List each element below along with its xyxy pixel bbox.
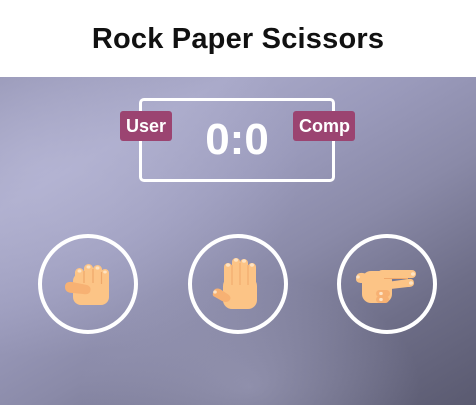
rock-hand-icon <box>65 264 109 305</box>
scissors-button[interactable] <box>337 234 437 334</box>
game-app: Rock Paper Scissors 0:0 User Comp <box>0 0 476 405</box>
scissors-hand-icon <box>356 270 416 303</box>
paper-hand-icon <box>212 258 257 309</box>
game-board: 0:0 User Comp <box>0 77 476 405</box>
paper-button[interactable] <box>188 234 288 334</box>
rock-button[interactable] <box>38 234 138 334</box>
page-title: Rock Paper Scissors <box>91 23 385 55</box>
comp-badge: Comp <box>293 111 355 141</box>
header: Rock Paper Scissors <box>0 0 476 77</box>
user-badge: User <box>120 111 172 141</box>
